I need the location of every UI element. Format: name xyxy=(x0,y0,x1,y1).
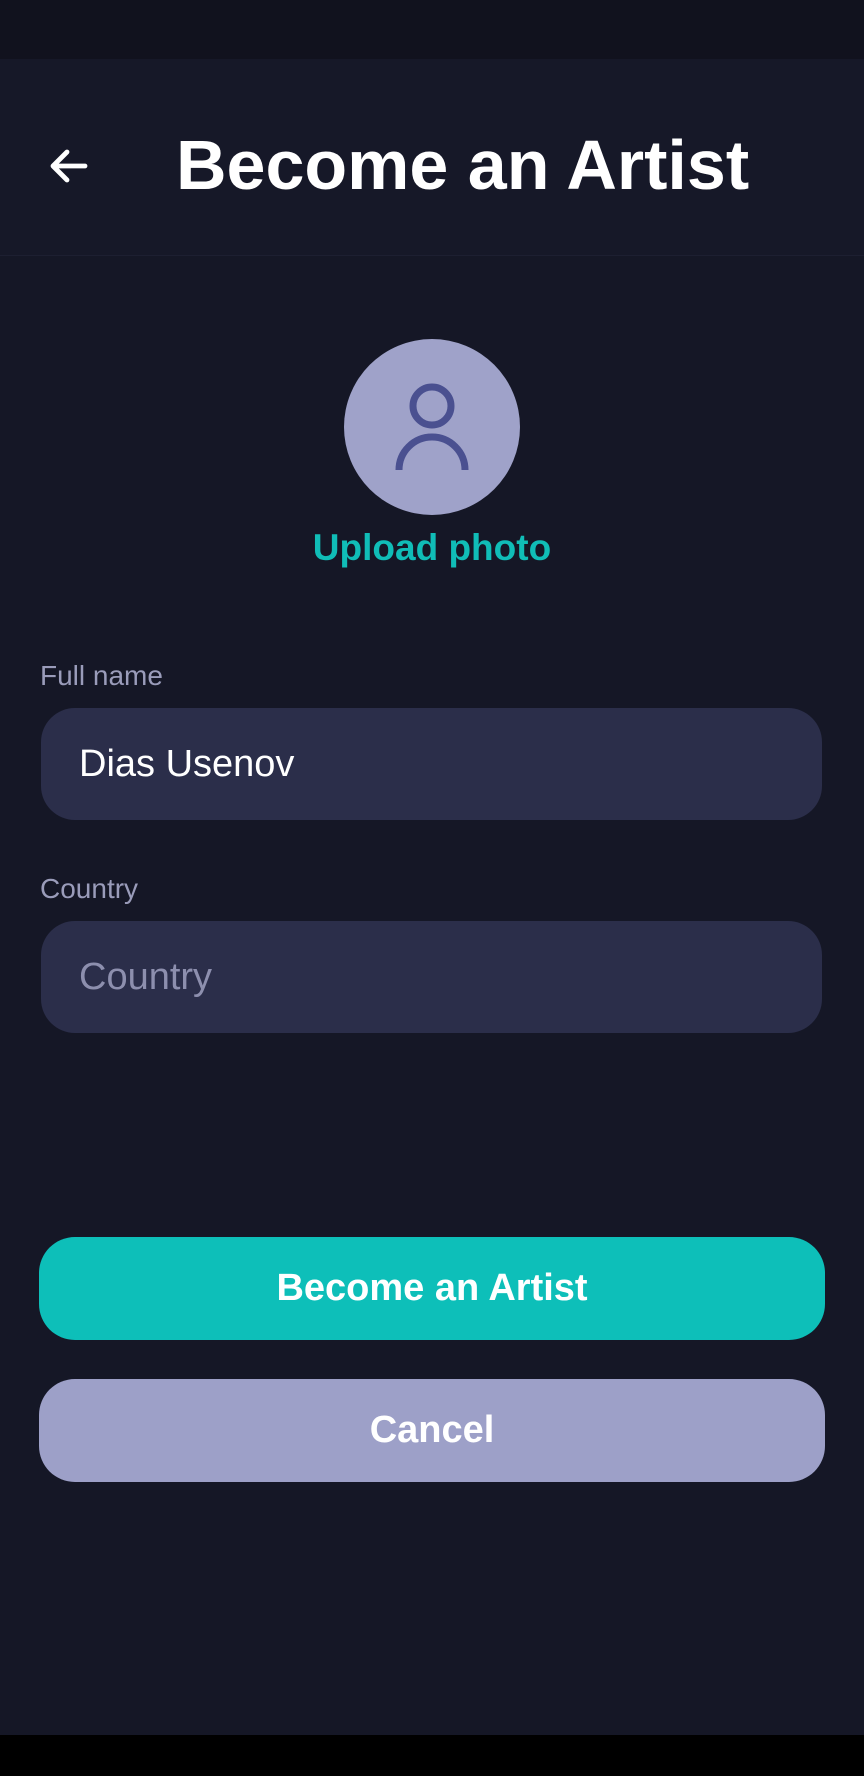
page-title: Become an Artist xyxy=(176,126,750,204)
become-artist-button[interactable]: Become an Artist xyxy=(39,1237,825,1340)
status-bar xyxy=(0,0,864,59)
arrow-left-icon xyxy=(50,149,88,183)
system-navigation-bar xyxy=(0,1735,864,1776)
upload-photo-link[interactable]: Upload photo xyxy=(0,520,864,576)
full-name-input[interactable] xyxy=(79,742,784,786)
cancel-button[interactable]: Cancel xyxy=(39,1379,825,1482)
avatar-upload[interactable] xyxy=(344,339,520,515)
person-icon xyxy=(395,383,469,471)
back-button[interactable] xyxy=(30,127,108,205)
country-field[interactable] xyxy=(41,921,822,1033)
app-bar: Become an Artist xyxy=(0,59,864,256)
country-input[interactable] xyxy=(79,955,784,999)
full-name-label: Full name xyxy=(40,660,163,691)
full-name-field[interactable] xyxy=(41,708,822,820)
country-label: Country xyxy=(40,873,139,904)
screen: Become an Artist Upload photo Full name … xyxy=(0,0,864,1776)
